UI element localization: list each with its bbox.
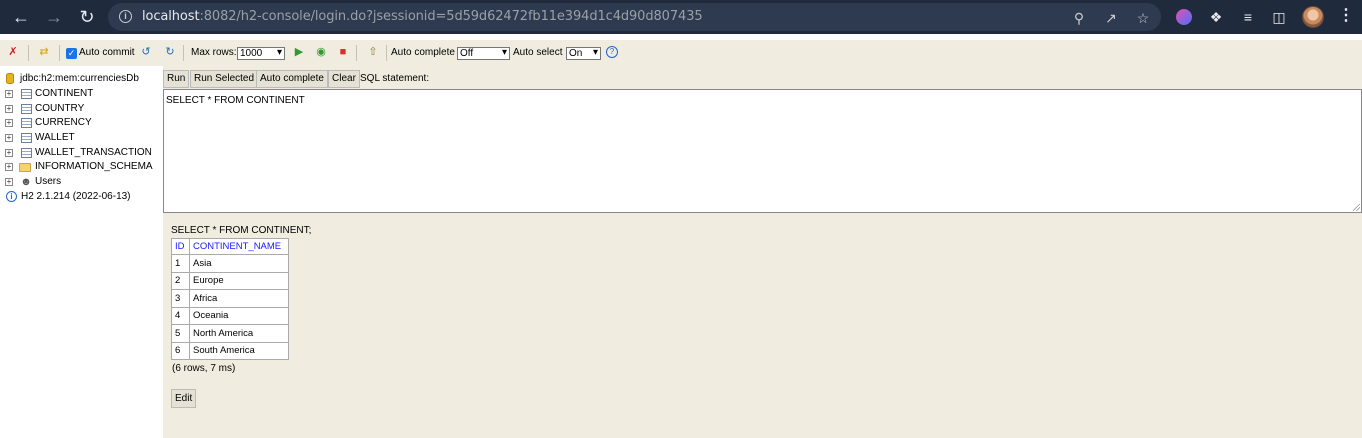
table-cell: South America bbox=[189, 341, 289, 360]
table-icon bbox=[21, 118, 32, 128]
table-cell: 5 bbox=[171, 324, 190, 343]
h2-toolbar: ✗ ⇄ ✓ Auto commit ↺ ↻ Max rows: 1000 ▶ ◉… bbox=[0, 40, 1362, 66]
schema-label: INFORMATION_SCHEMA bbox=[35, 161, 153, 172]
table-cell: 2 bbox=[171, 271, 190, 290]
result-table: ID CONTINENT_NAME 1 Asia 2 Europe 3 Afri… bbox=[171, 238, 289, 360]
toolbar-separator bbox=[386, 45, 387, 61]
expand-icon[interactable]: + bbox=[5, 105, 13, 113]
toolbar-separator bbox=[356, 45, 357, 61]
sql-statement-label: SQL statement: bbox=[360, 73, 430, 84]
site-info-icon[interactable]: i bbox=[119, 10, 132, 23]
history-icon[interactable]: ⇧ bbox=[366, 45, 380, 59]
users-icon: ☻ bbox=[20, 176, 32, 188]
version-label: H2 2.1.214 (2022-06-13) bbox=[21, 191, 131, 202]
disconnect-icon[interactable]: ✗ bbox=[6, 45, 20, 59]
auto-commit-label: Auto commit bbox=[79, 47, 135, 58]
toolbar-separator bbox=[59, 45, 60, 61]
run-button[interactable]: Run bbox=[163, 70, 190, 88]
table-icon bbox=[21, 133, 32, 143]
sql-editor[interactable]: SELECT * FROM CONTINENT bbox=[163, 89, 1362, 213]
expand-icon[interactable]: + bbox=[5, 134, 13, 142]
table-cell: 4 bbox=[171, 306, 190, 325]
table-row: 4 Oceania bbox=[171, 306, 289, 325]
table-icon bbox=[21, 89, 32, 99]
table-row: 1 Asia bbox=[171, 254, 289, 273]
table-cell: Africa bbox=[189, 289, 289, 308]
table-label: CONTINENT bbox=[35, 88, 94, 99]
max-rows-select[interactable]: 1000 bbox=[237, 47, 285, 60]
toolbar-separator bbox=[183, 45, 184, 61]
users-label: Users bbox=[35, 176, 62, 187]
table-cell: 6 bbox=[171, 341, 190, 360]
table-row: 3 Africa bbox=[171, 289, 289, 308]
browser-toolbar: ← → ↻ i localhost:8082/h2-console/login.… bbox=[0, 0, 1362, 34]
auto-commit-checkbox[interactable]: ✓ bbox=[66, 48, 77, 59]
run-selected-button[interactable]: Run Selected bbox=[190, 70, 259, 88]
expand-icon[interactable]: + bbox=[5, 119, 13, 127]
side-panel-icon[interactable]: ◫ bbox=[1270, 8, 1288, 26]
table-cell: Oceania bbox=[189, 306, 289, 325]
table-label: COUNTRY bbox=[35, 103, 85, 114]
max-rows-label: Max rows: bbox=[191, 47, 237, 58]
clear-button[interactable]: Clear bbox=[328, 70, 360, 88]
bookmark-star-icon[interactable]: ☆ bbox=[1135, 10, 1151, 26]
column-header[interactable]: CONTINENT_NAME bbox=[189, 238, 289, 255]
auto-select-label: Auto select bbox=[513, 47, 563, 58]
toolbar-separator bbox=[28, 45, 29, 61]
refresh-icon[interactable]: ⇄ bbox=[37, 45, 51, 59]
edit-button[interactable]: Edit bbox=[171, 389, 197, 408]
extensions-puzzle-icon[interactable]: ❖ bbox=[1207, 8, 1225, 26]
database-icon bbox=[6, 73, 14, 84]
result-query-text: SELECT * FROM CONTINENT; bbox=[171, 225, 312, 236]
zoom-icon[interactable]: ⚲ bbox=[1071, 10, 1087, 26]
table-label: CURRENCY bbox=[35, 117, 92, 128]
expand-icon[interactable]: + bbox=[5, 163, 13, 171]
commit-icon[interactable]: ↻ bbox=[163, 45, 177, 59]
table-cell: Europe bbox=[189, 271, 289, 290]
auto-complete-label: Auto complete bbox=[391, 47, 455, 58]
auto-complete-button[interactable]: Auto complete bbox=[256, 70, 328, 88]
table-header-row: ID CONTINENT_NAME bbox=[171, 238, 289, 255]
sql-editor-text[interactable]: SELECT * FROM CONTINENT bbox=[166, 95, 305, 106]
auto-select-select[interactable]: On bbox=[566, 47, 601, 60]
reading-list-icon[interactable]: ≡ bbox=[1239, 8, 1257, 26]
connection-label: jdbc:h2:mem:currenciesDb bbox=[20, 73, 139, 84]
info-icon: i bbox=[6, 191, 17, 202]
expand-icon[interactable]: + bbox=[5, 90, 13, 98]
table-icon bbox=[21, 104, 32, 114]
auto-complete-select[interactable]: Off bbox=[457, 47, 510, 60]
table-label: WALLET bbox=[35, 132, 75, 143]
run-icon[interactable]: ▶ bbox=[292, 45, 306, 59]
expand-icon[interactable]: + bbox=[5, 178, 13, 186]
table-label: WALLET_TRANSACTION bbox=[35, 147, 152, 158]
schema-tree: jdbc:h2:mem:currenciesDb + CONTINENT + C… bbox=[0, 72, 163, 438]
extension-brain-icon[interactable] bbox=[1176, 9, 1192, 25]
table-cell: 1 bbox=[171, 254, 190, 273]
table-icon bbox=[21, 148, 32, 158]
menu-dots-icon[interactable]: ⋮ bbox=[1338, 8, 1354, 24]
folder-icon bbox=[19, 163, 31, 172]
table-cell: Asia bbox=[189, 254, 289, 273]
query-panel: Run Run Selected Auto complete Clear SQL… bbox=[163, 66, 1362, 438]
stop-icon[interactable]: ■ bbox=[336, 45, 350, 59]
back-arrow-icon[interactable]: ← bbox=[10, 6, 32, 28]
table-row: 5 North America bbox=[171, 324, 289, 343]
address-bar[interactable]: i localhost:8082/h2-console/login.do?jse… bbox=[108, 3, 1161, 31]
table-cell: 3 bbox=[171, 289, 190, 308]
table-row: 2 Europe bbox=[171, 271, 289, 290]
run-selected-icon[interactable]: ◉ bbox=[314, 45, 328, 59]
share-icon[interactable]: ↗ bbox=[1103, 10, 1119, 26]
rollback-icon[interactable]: ↺ bbox=[139, 45, 153, 59]
table-cell: North America bbox=[189, 324, 289, 343]
forward-arrow-icon[interactable]: → bbox=[43, 6, 65, 28]
reload-icon[interactable]: ↻ bbox=[76, 6, 98, 28]
profile-avatar[interactable] bbox=[1302, 6, 1324, 28]
column-header[interactable]: ID bbox=[171, 238, 190, 255]
row-count-text: (6 rows, 7 ms) bbox=[172, 363, 236, 374]
table-row: 6 South America bbox=[171, 341, 289, 360]
resize-grip-icon[interactable] bbox=[1353, 204, 1360, 211]
help-icon[interactable]: ? bbox=[606, 46, 618, 58]
url-text[interactable]: localhost:8082/h2-console/login.do?jsess… bbox=[142, 9, 703, 24]
expand-icon[interactable]: + bbox=[5, 149, 13, 157]
